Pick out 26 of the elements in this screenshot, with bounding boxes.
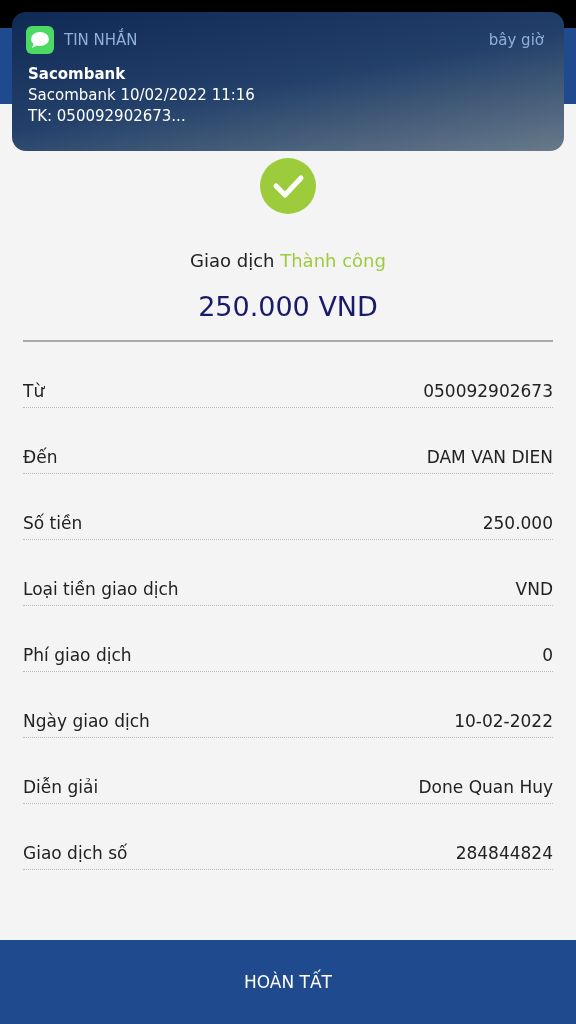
detail-value: 0 — [542, 645, 553, 665]
detail-value: 250.000 — [482, 513, 553, 533]
detail-value: VND — [515, 579, 553, 599]
detail-label: Từ — [23, 381, 45, 401]
detail-value: Done Quan Huy — [418, 777, 553, 797]
detail-label: Phí giao dịch — [23, 645, 132, 665]
detail-label: Giao dịch số — [23, 843, 128, 863]
detail-label: Số tiền — [23, 513, 83, 533]
notification-card[interactable]: TIN NHẮN bây giờ Sacombank Sacombank 10/02/2022 11:16 TK: 050092902673... — [12, 12, 564, 151]
amount: 250.000 VND — [198, 291, 378, 322]
done-button[interactable]: HOÀN TẤT — [0, 940, 576, 1024]
detail-value: 284844824 — [455, 843, 553, 863]
detail-value: 050092902673 — [423, 381, 553, 401]
detail-label: Đến — [23, 447, 58, 467]
notification-time: bây giờ — [488, 31, 544, 49]
transaction-status: Giao dịch Thành công — [190, 250, 386, 271]
notification-sender: Sacombank — [28, 64, 127, 85]
notification-text: Sacombank 10/02/2022 11:16 — [28, 85, 256, 106]
notification-text: TK: 050092902673... — [28, 106, 187, 127]
detail-value: 10-02-2022 — [454, 711, 553, 731]
detail-value: DAM VAN DIEN — [426, 447, 553, 467]
check-icon — [260, 158, 316, 214]
message-icon — [26, 26, 54, 54]
detail-label: Ngày giao dịch — [23, 711, 150, 731]
detail-label: Loại tiền giao dịch — [23, 579, 179, 599]
detail-label: Diễn giải — [23, 777, 99, 797]
